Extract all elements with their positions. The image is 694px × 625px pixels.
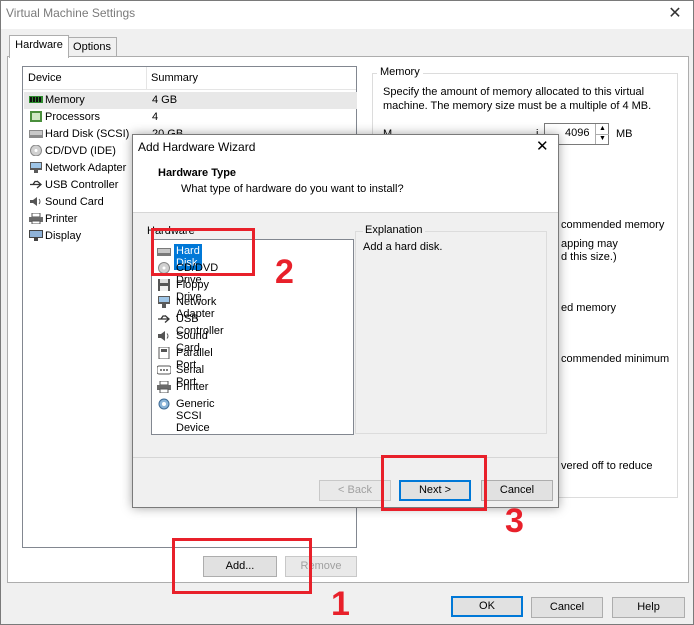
serial-port-icon (157, 365, 171, 375)
processor-icon (30, 111, 42, 122)
wizard-cancel-button[interactable]: Cancel (481, 480, 553, 501)
explanation-title: Explanation (363, 224, 425, 236)
help-button[interactable]: Help (612, 597, 685, 618)
network-adapter-icon (30, 162, 42, 173)
column-summary[interactable]: Summary (151, 72, 198, 84)
cd-dvd-icon (30, 145, 42, 156)
explanation-text: Add a hard disk. (363, 241, 443, 253)
wizard-close-icon[interactable]: ✕ (536, 137, 549, 155)
usb-icon (30, 180, 42, 189)
floppy-icon (158, 279, 170, 291)
annotation-number: 3 (505, 502, 524, 540)
device-name: Sound Card (45, 196, 104, 208)
wizard-heading: Hardware Type (158, 167, 237, 179)
memory-unit: MB (616, 128, 633, 140)
device-name: CD/DVD (IDE) (45, 145, 116, 157)
device-list-header: Device Summary (23, 67, 356, 90)
device-row-processors[interactable]: Processors 4 (24, 109, 357, 126)
annotation-number: 1 (331, 585, 350, 623)
device-name: Network Adapter (45, 162, 127, 174)
wizard-divider (133, 457, 558, 458)
cancel-button[interactable]: Cancel (531, 597, 603, 618)
usb-icon (158, 315, 170, 323)
memory-note: ed memory (561, 302, 617, 314)
scsi-icon (158, 398, 170, 410)
printer-icon (157, 381, 171, 393)
annotation-box-add (172, 538, 312, 594)
memory-size-value[interactable]: 4096 (565, 127, 589, 139)
parallel-port-icon (158, 347, 170, 359)
wizard-subheading: What type of hardware do you want to ins… (181, 183, 404, 195)
device-name: Hard Disk (SCSI) (45, 128, 130, 140)
printer-icon (29, 213, 43, 224)
device-name: Display (45, 230, 82, 242)
annotation-box-next (381, 455, 487, 511)
hardware-item-label: Generic SCSI Device (176, 398, 215, 434)
sound-card-icon (30, 197, 41, 206)
spin-down-icon[interactable]: ▼ (595, 134, 609, 144)
add-hardware-wizard: Add Hardware Wizard ✕ Hardware Type What… (132, 134, 559, 508)
hard-disk-icon (29, 130, 43, 138)
column-separator (146, 67, 147, 89)
close-icon[interactable]: ✕ (664, 3, 686, 25)
annotation-box-hard-disk (151, 228, 255, 276)
column-device[interactable]: Device (28, 72, 62, 84)
tab-options[interactable]: Options (67, 37, 117, 57)
memory-note: apping may (561, 238, 618, 250)
window-title: Virtual Machine Settings (6, 6, 136, 20)
device-name: Memory (45, 94, 85, 106)
device-summary: 4 (152, 111, 159, 123)
wizard-title: Add Hardware Wizard (138, 140, 256, 154)
explanation-group (355, 231, 547, 434)
ok-button[interactable]: OK (451, 596, 523, 617)
memory-group-title: Memory (377, 66, 423, 78)
tab-hardware[interactable]: Hardware (9, 35, 69, 58)
sound-card-icon (158, 331, 169, 341)
device-row-memory[interactable]: Memory 4 GB (24, 92, 357, 109)
device-summary: 4 GB (152, 94, 178, 106)
memory-note: commended minimum (561, 353, 670, 365)
network-adapter-icon (158, 296, 170, 308)
device-name: USB Controller (45, 179, 119, 191)
wizard-header: Hardware Type What type of hardware do y… (133, 159, 558, 213)
annotation-number: 2 (275, 253, 294, 291)
display-icon (29, 230, 43, 241)
memory-icon (29, 96, 43, 103)
memory-note: commended memory (561, 219, 665, 231)
device-name: Printer (45, 213, 78, 225)
hardware-item-label: Printer (176, 381, 209, 393)
memory-description: Specify the amount of memory allocated t… (383, 86, 652, 112)
wizard-title-bar: Add Hardware Wizard ✕ (133, 135, 558, 159)
memory-note: d this size.) (561, 251, 617, 263)
device-name: Processors (45, 111, 101, 123)
memory-note: vered off to reduce (561, 460, 653, 472)
